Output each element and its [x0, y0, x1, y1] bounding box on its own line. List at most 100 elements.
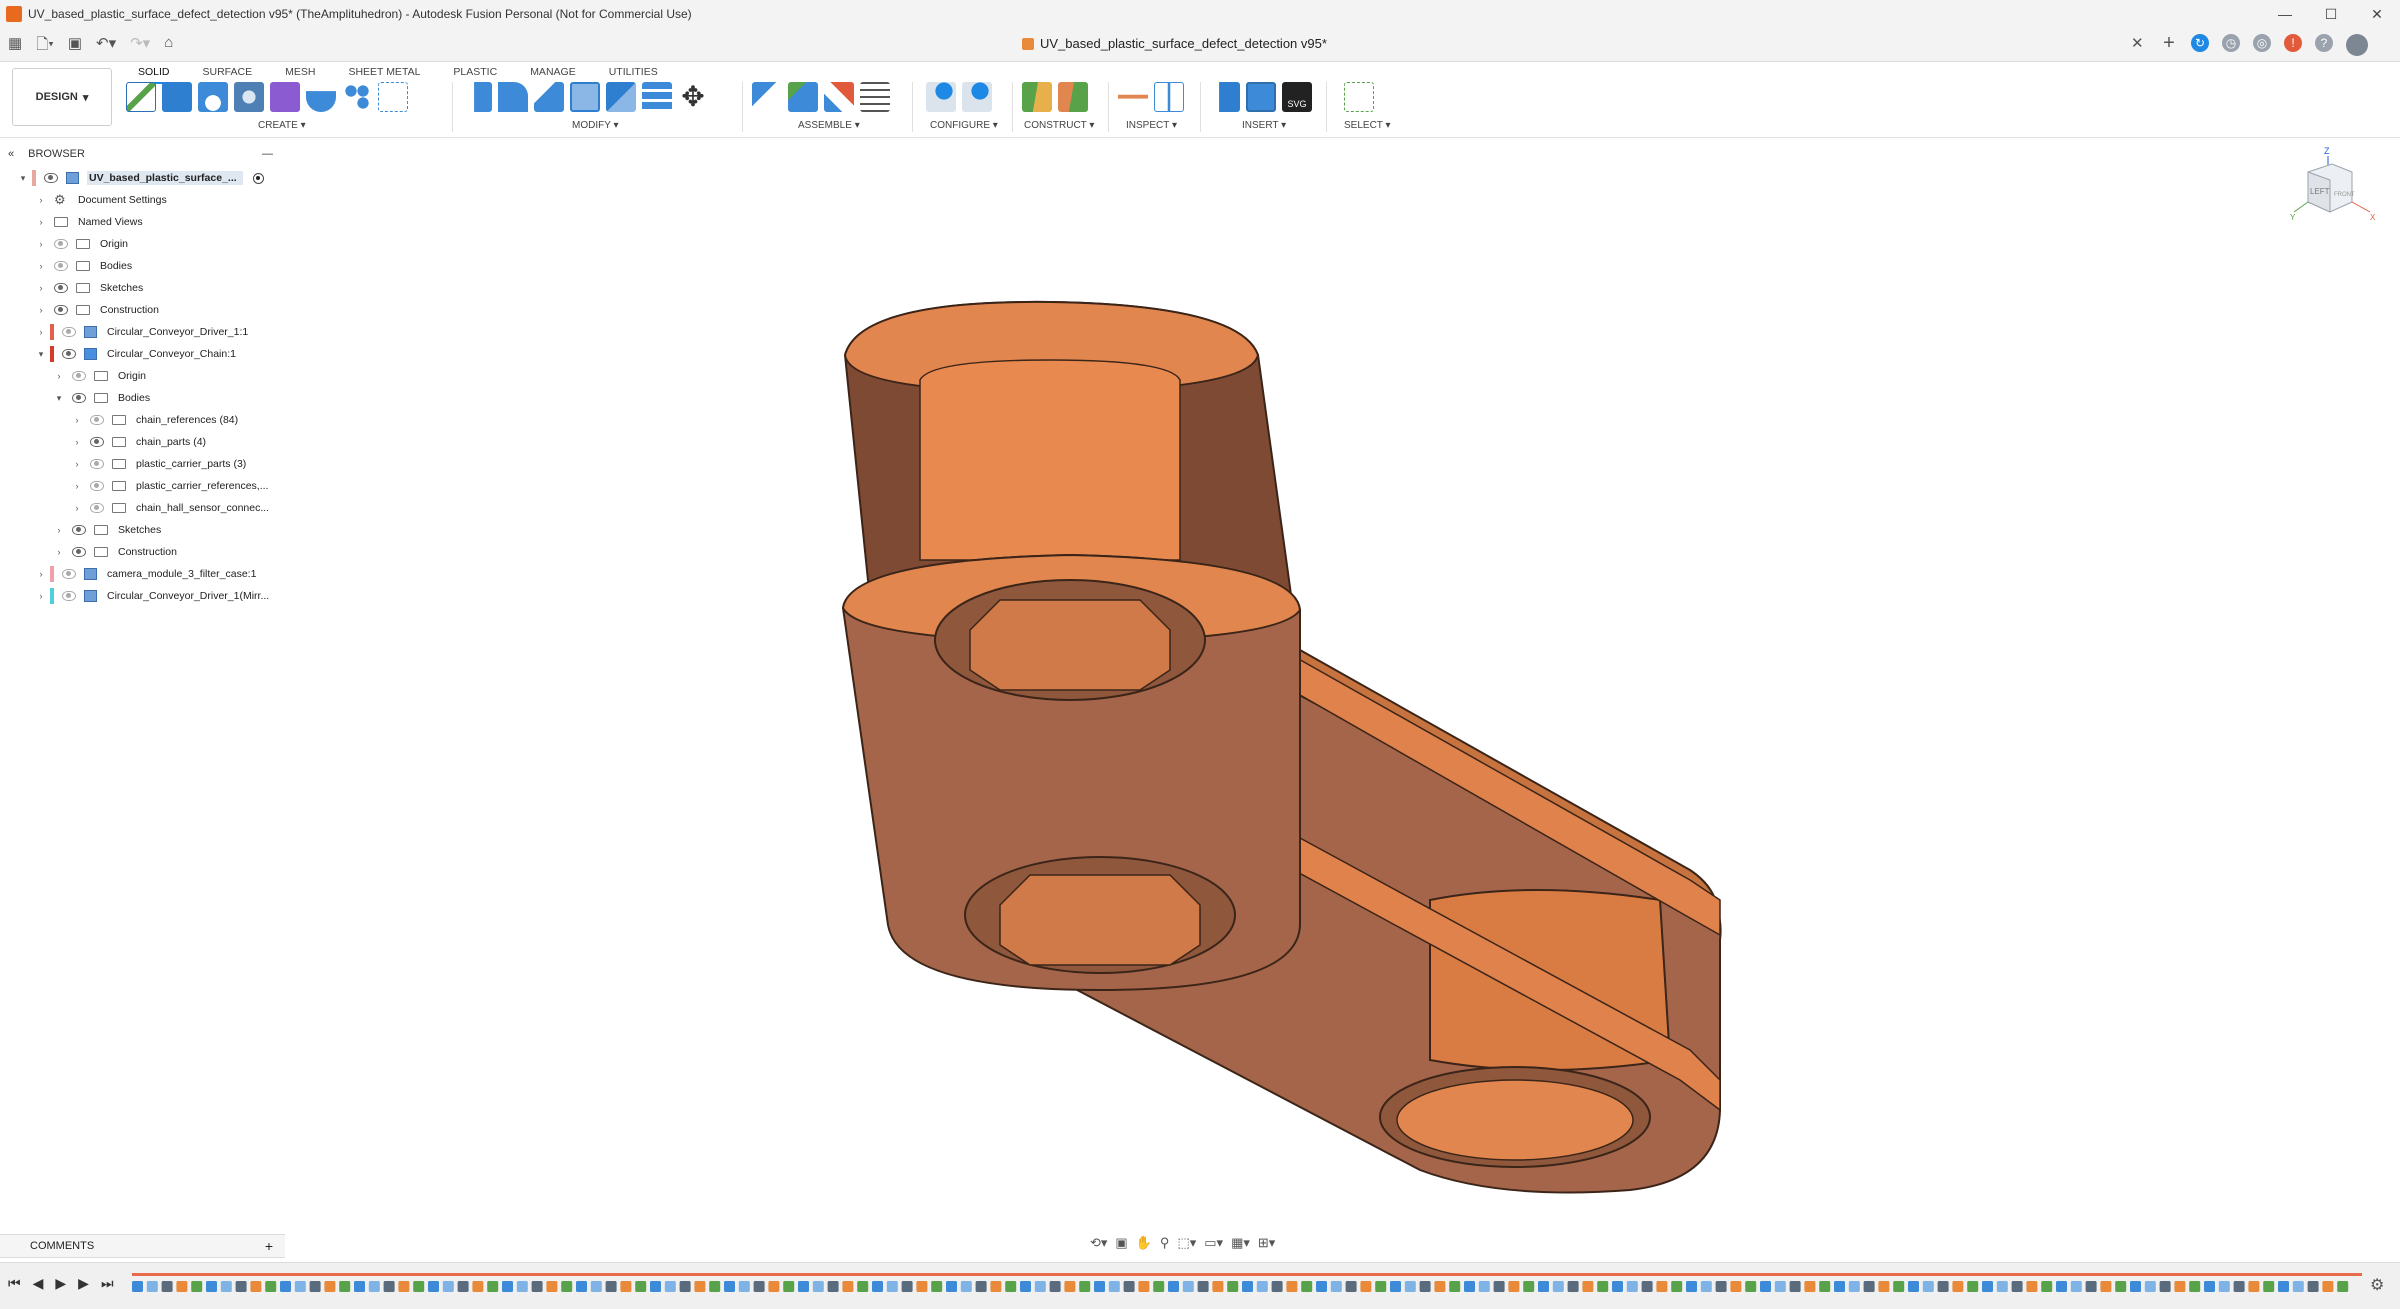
timeline-feature[interactable]	[2026, 1281, 2038, 1292]
chevron-right-icon[interactable]: ›	[36, 195, 46, 205]
chevron-down-icon[interactable]: ▾	[54, 393, 64, 404]
browser-item[interactable]: › Sketches	[54, 520, 167, 540]
timeline-feature[interactable]	[1567, 1281, 1579, 1292]
home-icon[interactable]: ⌂	[164, 34, 173, 59]
timeline-feature[interactable]	[1700, 1281, 1712, 1292]
timeline-feature[interactable]	[1316, 1281, 1327, 1292]
grid-menu-icon[interactable]: ▦	[8, 34, 22, 59]
timeline-feature[interactable]	[2278, 1281, 2289, 1292]
timeline-feature[interactable]	[1760, 1281, 1771, 1292]
timeline-feature[interactable]	[531, 1281, 543, 1292]
timeline-feature[interactable]	[1301, 1281, 1313, 1292]
timeline-feature[interactable]	[176, 1281, 188, 1292]
visibility-eye-icon[interactable]	[62, 327, 76, 337]
timeline-feature[interactable]	[383, 1281, 395, 1292]
timeline-feature[interactable]	[1168, 1281, 1179, 1292]
press-pull-icon[interactable]	[462, 82, 492, 112]
browser-item[interactable]: › camera_module_3_filter_case:1	[36, 564, 262, 584]
chevron-right-icon[interactable]: ›	[36, 569, 46, 579]
viewports-icon[interactable]: ⊞▾	[1258, 1235, 1275, 1251]
chevron-right-icon[interactable]: ›	[54, 371, 64, 381]
visibility-eye-icon[interactable]	[72, 371, 86, 381]
timeline-feature[interactable]	[798, 1281, 809, 1292]
timeline-feature[interactable]	[694, 1281, 706, 1292]
combine-icon[interactable]	[606, 82, 636, 112]
visibility-eye-icon[interactable]	[54, 283, 68, 293]
browser-item[interactable]: › Construction	[54, 542, 183, 562]
visibility-eye-icon[interactable]	[90, 503, 104, 513]
timeline-feature[interactable]	[1478, 1281, 1490, 1292]
extrude-icon[interactable]	[162, 82, 192, 112]
timeline-feature[interactable]	[576, 1281, 587, 1292]
timeline-feature[interactable]	[1626, 1281, 1638, 1292]
timeline-feature[interactable]	[1049, 1281, 1061, 1292]
undo-icon[interactable]: ↶▾	[96, 34, 116, 59]
timeline-feature[interactable]	[1182, 1281, 1194, 1292]
timeline-feature[interactable]	[2204, 1281, 2215, 1292]
timeline-feature[interactable]	[1893, 1281, 1905, 1292]
mirror-icon[interactable]	[378, 82, 408, 112]
chevron-right-icon[interactable]: ›	[54, 525, 64, 535]
timeline-feature[interactable]	[206, 1281, 217, 1292]
timeline-feature[interactable]	[2307, 1281, 2319, 1292]
timeline-feature[interactable]	[2322, 1281, 2334, 1292]
timeline-feature[interactable]	[650, 1281, 661, 1292]
timeline-feature[interactable]	[2337, 1281, 2349, 1292]
timeline-feature[interactable]	[2263, 1281, 2275, 1292]
measure-icon[interactable]	[1118, 82, 1148, 112]
timeline-feature[interactable]	[664, 1281, 676, 1292]
gear-icon[interactable]: ⚙	[2370, 1275, 2384, 1295]
timeline-feature[interactable]	[516, 1281, 528, 1292]
grid-settings-icon[interactable]: ▦▾	[1231, 1235, 1250, 1251]
browser-item[interactable]: › plastic_carrier_parts (3)	[72, 454, 252, 474]
timeline-feature[interactable]	[946, 1281, 957, 1292]
timeline-feature[interactable]	[428, 1281, 439, 1292]
timeline-feature[interactable]	[398, 1281, 410, 1292]
timeline-feature[interactable]	[1064, 1281, 1076, 1292]
timeline-feature[interactable]	[783, 1281, 795, 1292]
timeline-feature[interactable]	[1271, 1281, 1283, 1292]
insert-svg-icon[interactable]: SVG	[1282, 82, 1312, 112]
timeline-feature[interactable]	[753, 1281, 765, 1292]
timeline-feature[interactable]	[724, 1281, 735, 1292]
timeline-feature[interactable]	[916, 1281, 928, 1292]
notifications-icon[interactable]: !	[2284, 34, 2302, 52]
add-comment-icon[interactable]: +	[265, 1238, 273, 1254]
visibility-eye-icon[interactable]	[72, 547, 86, 557]
chevron-right-icon[interactable]: ›	[72, 415, 82, 425]
offset-face-icon[interactable]	[642, 82, 672, 112]
maximize-button[interactable]: ☐	[2308, 6, 2354, 23]
insert-derive-icon[interactable]	[1210, 82, 1240, 112]
timeline-feature[interactable]	[1434, 1281, 1446, 1292]
modify-menu[interactable]: MODIFY ▾	[572, 120, 619, 131]
timeline-feature[interactable]	[1079, 1281, 1091, 1292]
collapse-panel-icon[interactable]: «	[8, 148, 14, 160]
go-to-end-icon[interactable]: ⏭	[101, 1275, 114, 1292]
fit-icon[interactable]: ⬚▾	[1177, 1235, 1196, 1251]
chevron-right-icon[interactable]: ›	[72, 459, 82, 469]
chevron-right-icon[interactable]: ›	[36, 239, 46, 249]
timeline-feature[interactable]	[250, 1281, 262, 1292]
timeline-feature[interactable]	[827, 1281, 839, 1292]
timeline-feature[interactable]	[1863, 1281, 1875, 1292]
timeline-feature[interactable]	[2218, 1281, 2230, 1292]
chevron-right-icon[interactable]: ›	[36, 217, 46, 227]
help-icon[interactable]: ?	[2315, 34, 2333, 52]
timeline-feature[interactable]	[2174, 1281, 2186, 1292]
chevron-down-icon[interactable]: ▾	[36, 349, 46, 360]
play-icon[interactable]: ▶	[55, 1275, 66, 1292]
timeline-feature[interactable]	[886, 1281, 898, 1292]
activate-radio-icon[interactable]	[252, 172, 264, 184]
timeline-feature[interactable]	[487, 1281, 499, 1292]
chevron-right-icon[interactable]: ›	[72, 481, 82, 491]
timeline-feature[interactable]	[457, 1281, 469, 1292]
view-cube[interactable]: Z LEFT FRONT Y X	[2290, 142, 2380, 232]
visibility-eye-icon[interactable]	[90, 437, 104, 447]
timeline-feature[interactable]	[1671, 1281, 1683, 1292]
timeline-track[interactable]	[132, 1267, 2362, 1301]
timeline-feature[interactable]	[1419, 1281, 1431, 1292]
browser-root-row[interactable]: ▾ UV_based_plastic_surface_...	[18, 168, 264, 188]
timeline-feature[interactable]	[1197, 1281, 1209, 1292]
timeline-feature[interactable]	[368, 1281, 380, 1292]
extensions-icon[interactable]: ◷	[2222, 34, 2240, 52]
